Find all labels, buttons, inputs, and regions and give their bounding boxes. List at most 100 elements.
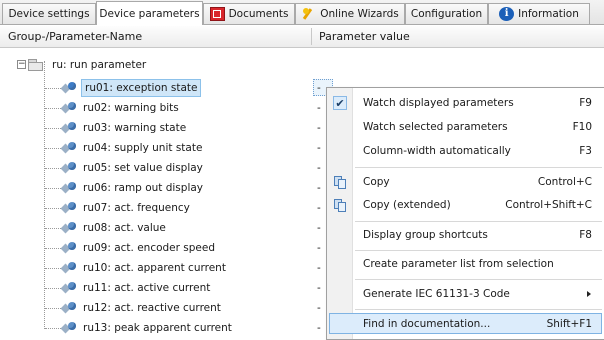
tab-configuration[interactable]: Configuration — [405, 3, 488, 24]
menu-item-label: Create parameter list from selection — [363, 258, 554, 270]
parameter-value: - — [317, 142, 321, 154]
tab-label: Information — [518, 8, 579, 20]
info-icon: i — [499, 7, 515, 21]
menu-separator — [355, 221, 602, 222]
menu-item-display-group-shortcuts[interactable]: Display group shortcuts F8 — [327, 224, 604, 246]
parameter-icon — [60, 322, 78, 334]
tree-connector — [45, 328, 61, 329]
collapse-icon[interactable]: − — [17, 60, 26, 69]
parameter-value: - — [317, 162, 321, 174]
tree-connector — [45, 288, 61, 289]
parameter-name: ru12: act. reactive current — [83, 302, 221, 314]
parameter-icon — [60, 302, 78, 314]
tree-connector — [45, 148, 61, 149]
menu-item-label: Display group shortcuts — [363, 229, 488, 241]
tab-label: Device settings — [8, 8, 90, 20]
parameter-value: - — [317, 102, 321, 114]
parameter-value: - — [317, 182, 321, 194]
tree-connector — [45, 228, 61, 229]
parameter-value: - — [317, 282, 321, 294]
parameter-name: ru04: supply unit state — [83, 142, 203, 154]
menu-item-shortcut: F8 — [579, 229, 592, 241]
menu-separator — [355, 250, 602, 251]
menu-item-copy[interactable]: Copy Control+C — [327, 171, 604, 193]
tree-connector — [45, 88, 61, 89]
menu-item-copy-extended[interactable]: Copy (extended) Control+Shift+C — [327, 194, 604, 216]
menu-item-label: Column-width automatically — [363, 145, 511, 157]
tab-label: Configuration — [410, 8, 483, 20]
menu-item-find-in-documentation[interactable]: Find in documentation... Shift+F1 — [327, 313, 604, 335]
tab-information[interactable]: i Information — [488, 3, 590, 24]
menu-separator — [355, 167, 602, 168]
tree-group-run-parameter[interactable]: − ru: run parameter — [0, 55, 604, 75]
parameter-name: ru08: act. value — [83, 222, 166, 234]
column-header: Group-/Parameter-Name Parameter value — [0, 26, 604, 48]
menu-item-label: Copy (extended) — [363, 199, 451, 211]
parameter-icon — [60, 242, 78, 254]
tab-online-wizards[interactable]: Online Wizards — [295, 3, 405, 24]
tree-connector — [45, 168, 61, 169]
menu-item-label: Copy — [363, 176, 390, 188]
parameter-name: ru07: act. frequency — [83, 202, 190, 214]
parameter-name: ru01: exception state — [81, 79, 202, 97]
menu-separator — [355, 279, 602, 280]
parameter-value: - — [317, 262, 321, 274]
parameter-value: - — [317, 242, 321, 254]
parameter-icon — [60, 182, 78, 194]
parameter-value: - — [317, 222, 321, 234]
parameter-name: ru03: warning state — [83, 122, 187, 134]
menu-item-generate-iec-code[interactable]: Generate IEC 61131-3 Code — [327, 283, 604, 305]
group-label: ru: run parameter — [52, 59, 147, 71]
parameter-icon — [60, 142, 78, 154]
menu-item-shortcut: F9 — [579, 97, 592, 109]
parameter-name: ru11: act. active current — [83, 282, 211, 294]
parameter-name: ru02: warning bits — [83, 102, 179, 114]
copy-icon — [333, 175, 347, 189]
tab-label: Online Wizards — [320, 8, 399, 20]
parameter-icon — [60, 102, 78, 114]
parameter-icon — [60, 122, 78, 134]
tree-connector — [45, 268, 61, 269]
parameter-value: - — [317, 82, 321, 94]
parameter-value: - — [317, 202, 321, 214]
parameter-value: - — [317, 302, 321, 314]
parameter-value: - — [317, 322, 321, 334]
column-divider[interactable] — [311, 28, 312, 45]
parameter-name: ru10: act. apparent current — [83, 262, 226, 274]
tab-documents[interactable]: Documents — [203, 3, 295, 24]
menu-item-watch-displayed-parameters[interactable]: ✔ Watch displayed parameters F9 — [327, 92, 604, 114]
folder-icon — [28, 59, 44, 71]
menu-item-label: Watch selected parameters — [363, 121, 508, 133]
parameter-icon — [60, 82, 78, 94]
menu-item-watch-selected-parameters[interactable]: Watch selected parameters F10 — [327, 116, 604, 138]
copy-icon — [333, 198, 347, 212]
parameter-icon — [60, 222, 78, 234]
column-header-value[interactable]: Parameter value — [319, 26, 410, 47]
tab-device-parameters[interactable]: Device parameters — [96, 1, 203, 25]
wizard-icon — [301, 7, 316, 21]
parameter-name: ru05: set value display — [83, 162, 203, 174]
tree-connector — [45, 248, 61, 249]
parameter-value: - — [317, 122, 321, 134]
checkmark-icon: ✔ — [333, 96, 347, 110]
tab-device-settings[interactable]: Device settings — [2, 3, 96, 24]
tab-bar: Device settings Device parameters Docume… — [0, 0, 604, 25]
parameter-icon — [60, 202, 78, 214]
menu-item-create-parameter-list[interactable]: Create parameter list from selection — [327, 253, 604, 275]
parameter-name: ru09: act. encoder speed — [83, 242, 216, 254]
parameter-icon — [60, 162, 78, 174]
tab-label: Documents — [228, 8, 289, 20]
tab-label: Device parameters — [99, 7, 200, 20]
context-menu: ✔ Watch displayed parameters F9 Watch se… — [326, 87, 604, 340]
parameter-icon — [60, 262, 78, 274]
column-header-name[interactable]: Group-/Parameter-Name — [8, 26, 142, 47]
tree-connector — [45, 188, 61, 189]
menu-item-shortcut: Shift+F1 — [546, 318, 592, 330]
menu-item-column-width-automatically[interactable]: Column-width automatically F3 — [327, 140, 604, 162]
menu-item-shortcut: Control+Shift+C — [505, 199, 592, 211]
menu-item-shortcut: F10 — [572, 121, 592, 133]
tree-connector — [45, 108, 61, 109]
menu-item-label: Find in documentation... — [363, 318, 491, 330]
tree-connector — [45, 208, 61, 209]
submenu-arrow-icon — [587, 291, 591, 297]
